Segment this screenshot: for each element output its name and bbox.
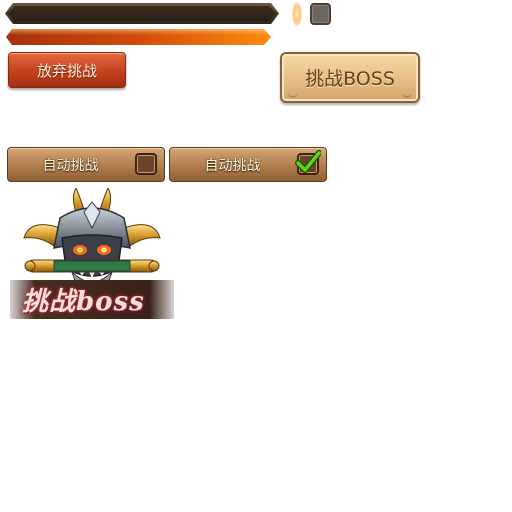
glow-spark-icon <box>292 2 302 26</box>
challenge-boss-label: 挑战BOSS <box>305 68 395 90</box>
progress-bar-filled <box>6 29 271 45</box>
auto-challenge-label: 自动挑战 <box>204 157 261 174</box>
checkmark-icon <box>295 150 321 173</box>
auto-challenge-toggle-on[interactable]: 自动挑战 <box>169 147 327 182</box>
game-ui-atlas: 放弃挑战 挑战BOSS 自动挑战 自动挑战 挑战boss <box>0 0 512 512</box>
ornament-right-icon <box>402 90 412 98</box>
small-checkbox[interactable] <box>310 3 331 25</box>
ornament-left-icon <box>288 90 298 98</box>
give-up-label: 放弃挑战 <box>36 61 97 80</box>
auto-challenge-label: 自动挑战 <box>42 157 99 174</box>
progress-bar-empty <box>5 3 279 24</box>
auto-challenge-checkbox[interactable] <box>135 153 157 175</box>
give-up-button[interactable]: 放弃挑战 <box>8 52 126 88</box>
challenge-boss-button[interactable]: 挑战BOSS <box>280 52 420 103</box>
emblem-title: 挑战boss <box>22 286 145 317</box>
auto-challenge-toggle-off[interactable]: 自动挑战 <box>7 147 165 182</box>
